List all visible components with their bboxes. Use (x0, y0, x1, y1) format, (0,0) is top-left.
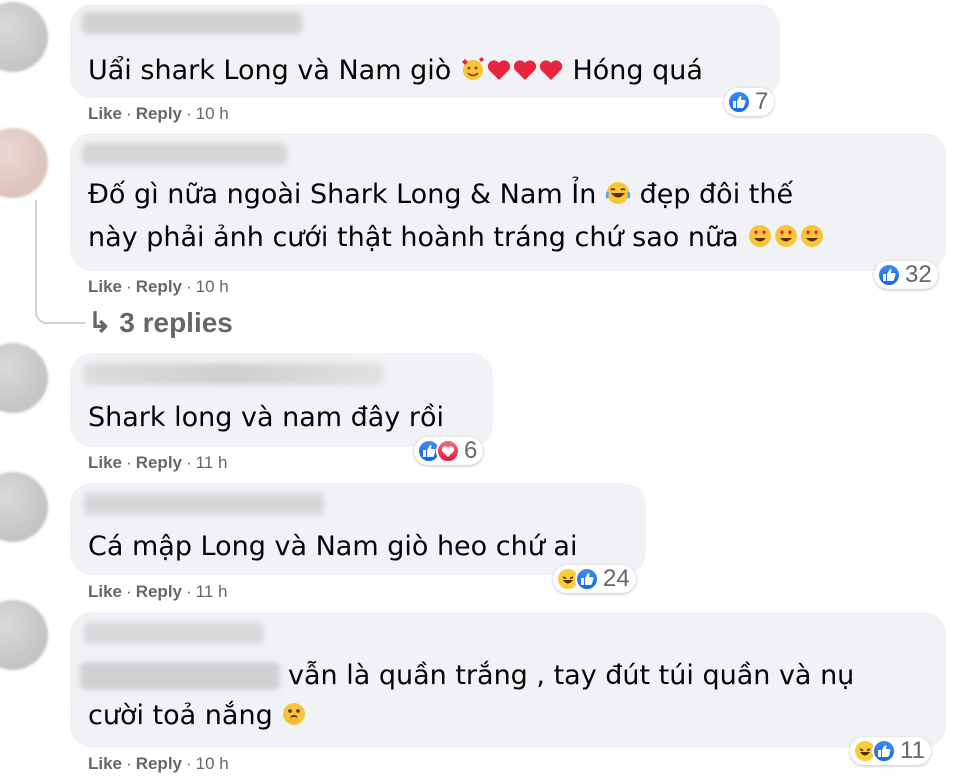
reaction-count: 24 (603, 565, 630, 592)
comment-bubble: Uẩi shark Long và Nam giò Hóng quá (70, 4, 780, 98)
like-reaction-icon (575, 567, 599, 591)
comment-bubble: Shark long và nam đây rồi (70, 353, 493, 447)
comment-text: Uẩi shark Long và Nam giò Hóng quá (88, 51, 703, 94)
comment-text: Cá mập Long và Nam giò heo chứ ai (88, 531, 578, 562)
red-heart-icon (539, 60, 562, 80)
love-reaction-icon (436, 439, 460, 463)
comment-line: vẫn là quần trắng , tay đút túi quần và … (288, 660, 855, 691)
comment-text: Shark long và nam đây rồi (88, 402, 444, 433)
comment-bubble: Cá mập Long và Nam giò heo chứ ai (70, 483, 646, 575)
comment-bubble: Đố gì nữa ngoài Shark Long & Nam Ỉn đẹp … (70, 133, 946, 271)
reaction-count: 11 (900, 737, 925, 764)
reaction-summary[interactable]: 32 (874, 261, 938, 289)
blurred-author-name[interactable] (82, 143, 287, 165)
blurred-author-name[interactable] (84, 622, 264, 644)
comment-actions: Like · Reply · 10 h (88, 754, 229, 773)
avatar[interactable] (0, 600, 48, 670)
reaction-count: 6 (464, 437, 478, 464)
comment-actions: Like · Reply · 11 h (88, 582, 228, 601)
smiling-hearts-emoji-icon (460, 54, 486, 94)
reaction-summary[interactable]: 7 (724, 88, 775, 116)
comment-bubble: vẫn là quần trắng , tay đút túi quần và … (70, 612, 946, 748)
red-heart-icon (513, 60, 536, 80)
avatar[interactable] (0, 128, 48, 198)
like-button[interactable]: Like (88, 582, 122, 601)
timestamp[interactable]: 11 h (196, 453, 228, 472)
reply-button[interactable]: Reply (136, 104, 182, 123)
comment-actions: Like · Reply · 10 h (88, 277, 229, 296)
hand-over-mouth-emoji-icon (281, 699, 307, 739)
comment-actions: Like · Reply · 11 h (88, 453, 228, 472)
reply-button[interactable]: Reply (136, 277, 182, 296)
timestamp[interactable]: 11 h (196, 582, 228, 601)
reaction-count: 32 (905, 261, 932, 288)
comment-actions: Like · Reply · 10 h (88, 104, 229, 123)
red-heart-icon (487, 60, 510, 80)
comment-text: Đố gì nữa ngoài Shark Long & Nam Ỉn đẹp … (88, 175, 825, 261)
blurred-author-name[interactable] (84, 493, 324, 515)
like-reaction-icon (727, 90, 751, 114)
reply-arrow-icon: ↳ (88, 307, 112, 338)
reply-button[interactable]: Reply (136, 453, 182, 472)
avatar[interactable] (0, 343, 48, 413)
timestamp[interactable]: 10 h (196, 754, 229, 773)
reaction-summary[interactable]: 11 (850, 737, 931, 765)
reply-button[interactable]: Reply (136, 582, 182, 601)
view-replies-link[interactable]: ↳ 3 replies (88, 306, 233, 339)
like-reaction-icon (872, 739, 896, 763)
tears-of-joy-emoji-icon (605, 178, 631, 218)
reaction-summary[interactable]: 6 (414, 437, 484, 465)
comment-text: vẫn là quần trắng , tay đút túi quần và … (88, 656, 854, 739)
like-button[interactable]: Like (88, 754, 122, 773)
reaction-count: 7 (755, 88, 769, 115)
reply-button[interactable]: Reply (136, 754, 182, 773)
reaction-summary[interactable]: 24 (553, 565, 636, 593)
timestamp[interactable]: 10 h (196, 277, 229, 296)
avatar[interactable] (0, 472, 48, 542)
like-button[interactable]: Like (88, 277, 122, 296)
blurred-author-name[interactable] (82, 12, 302, 34)
like-button[interactable]: Like (88, 453, 122, 472)
heart-eyes-emoji-icon (747, 221, 825, 261)
blurred-author-name[interactable] (84, 363, 384, 385)
timestamp[interactable]: 10 h (196, 104, 229, 123)
like-reaction-icon (877, 263, 901, 287)
avatar[interactable] (0, 2, 48, 72)
like-button[interactable]: Like (88, 104, 122, 123)
